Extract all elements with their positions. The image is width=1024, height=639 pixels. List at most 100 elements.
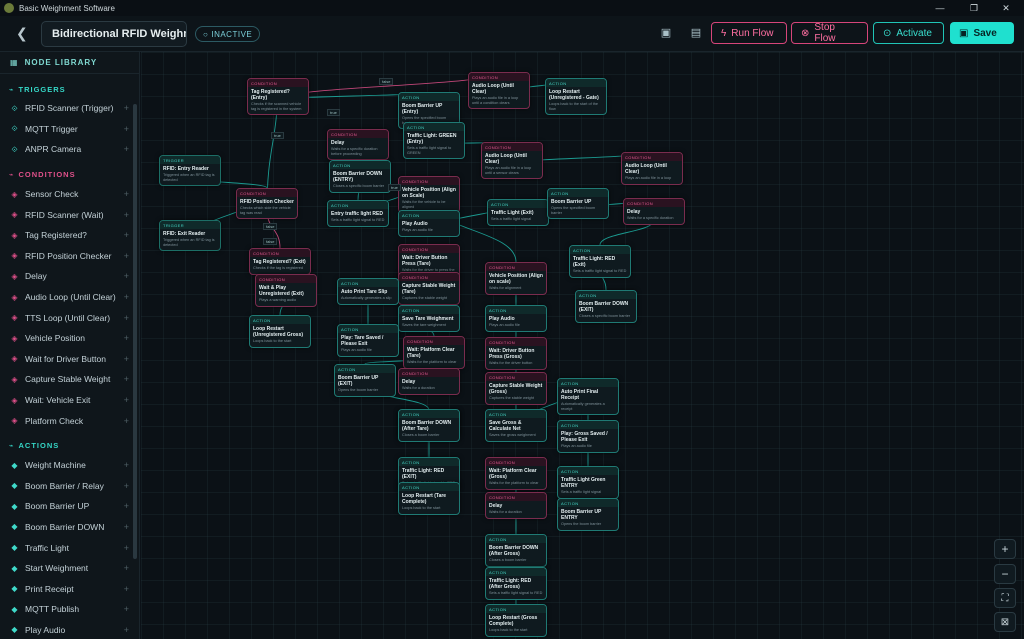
flow-node[interactable]: ACTION Loop Restart (Tare Complete) Loops … bbox=[398, 482, 460, 515]
flow-node[interactable]: ACTION Save Gross & Calculate Net Saves th… bbox=[485, 409, 547, 442]
flow-node[interactable]: TRIGGER RFID: Entry Reader Triggered when … bbox=[159, 155, 221, 187]
stop-flow-button[interactable]: ⊗ Stop Flow bbox=[791, 22, 868, 44]
flow-node[interactable]: ACTION Boom Barrier UP (EXIT) Opens the bo… bbox=[334, 364, 396, 397]
library-item[interactable]: ◆ Play Audio + bbox=[0, 620, 139, 639]
library-item[interactable]: ◈ Tag Registered? + bbox=[0, 225, 139, 246]
flow-node[interactable]: CONDITION RFID Position Checker Checks whi… bbox=[236, 188, 298, 220]
library-item[interactable]: ◆ Print Receipt + bbox=[0, 578, 139, 599]
add-node-icon[interactable]: + bbox=[124, 395, 129, 405]
add-node-icon[interactable]: + bbox=[124, 604, 129, 614]
flow-node[interactable]: CONDITION Wait: Platform Clear (Tare) Wait… bbox=[403, 336, 465, 369]
flow-node[interactable]: ACTION Play: Gross Saved / Please Exit Pla… bbox=[557, 420, 619, 453]
add-node-icon[interactable]: + bbox=[124, 333, 129, 343]
library-item[interactable]: ◆ MQTT Publish + bbox=[0, 599, 139, 620]
flow-node[interactable]: ACTION Auto Print Tare Slip Automatically … bbox=[337, 278, 399, 305]
sidebar-scrollbar[interactable] bbox=[133, 104, 137, 559]
add-node-icon[interactable]: + bbox=[124, 374, 129, 384]
flow-node[interactable]: ACTION Play Audio Plays an audio file bbox=[485, 305, 547, 332]
library-item[interactable]: ◈ Capture Stable Weight + bbox=[0, 369, 139, 390]
flow-node[interactable]: ACTION Traffic Light: RED (Exit) Sets a tr… bbox=[569, 245, 631, 278]
library-item[interactable]: ◈ Delay + bbox=[0, 266, 139, 287]
flow-node[interactable]: TRIGGER RFID: Exit Reader Triggered when a… bbox=[159, 220, 221, 252]
fit-view-button[interactable]: ⛶ bbox=[994, 588, 1016, 608]
flow-node[interactable]: ACTION Traffic Light Green ENTRY Sets a tr… bbox=[557, 466, 619, 499]
flow-node[interactable]: ACTION Traffic Light (Exit)Sets a traffic… bbox=[487, 199, 549, 226]
save-button[interactable]: ▣ Save bbox=[950, 22, 1014, 44]
library-item[interactable]: ◆ Traffic Light + bbox=[0, 537, 139, 558]
flow-node[interactable]: CONDITION Capture Stable Weight (Tare) Cap… bbox=[398, 272, 460, 305]
library-item[interactable]: ⟐ ANPR Camera + bbox=[0, 139, 139, 160]
activate-button[interactable]: ⊙ Activate bbox=[873, 22, 944, 44]
flow-node[interactable]: CONDITION Delay Waits for a specific durat… bbox=[327, 129, 389, 161]
library-item[interactable]: ◈ RFID Scanner (Wait) + bbox=[0, 204, 139, 225]
library-item[interactable]: ◈ TTS Loop (Until Clear) + bbox=[0, 307, 139, 328]
add-node-icon[interactable]: + bbox=[124, 210, 129, 220]
library-item[interactable]: ◆ Start Weighment + bbox=[0, 558, 139, 579]
add-node-icon[interactable]: + bbox=[124, 292, 129, 302]
add-node-icon[interactable]: + bbox=[124, 354, 129, 364]
flow-node[interactable]: ACTION Play: Tare Saved / Please Exit Play… bbox=[337, 324, 399, 357]
flow-node[interactable]: CONDITION Audio Loop (Until Clear) Plays a… bbox=[468, 72, 530, 110]
flow-node[interactable]: CONDITION Vehicle Position (Align on Scal… bbox=[398, 176, 460, 214]
add-node-icon[interactable]: + bbox=[124, 416, 129, 426]
lock-button[interactable]: ⊠ bbox=[994, 612, 1016, 632]
flow-node[interactable]: CONDITION Wait & Play Unregistered (Exit)… bbox=[255, 274, 317, 307]
flow-node[interactable]: ACTION Loop Restart (Unregistered - Gate)… bbox=[545, 78, 607, 116]
library-item[interactable]: ◆ Boom Barrier / Relay + bbox=[0, 476, 139, 497]
flow-node[interactable]: ACTION Loop Restart (Unregistered Gross) L… bbox=[249, 315, 311, 348]
flow-node[interactable]: CONDITION Wait: Platform Clear (Gross) Wai… bbox=[485, 457, 547, 490]
flow-node[interactable]: ACTION Entry traffic light RED Sets a traf… bbox=[327, 200, 389, 227]
library-item[interactable]: ◈ Sensor Check + bbox=[0, 184, 139, 205]
add-node-icon[interactable]: + bbox=[124, 103, 129, 113]
add-node-icon[interactable]: + bbox=[124, 251, 129, 261]
flow-node[interactable]: ACTION Boom Barrier DOWN (ENTRY) Closes a … bbox=[329, 160, 391, 193]
flow-node[interactable]: CONDITION Audio Loop (Until Clear) Plays a… bbox=[481, 142, 543, 180]
library-item[interactable]: ◈ RFID Position Checker + bbox=[0, 246, 139, 267]
flow-node[interactable]: ACTION Boom Barrier UP ENTRY Opens the boo… bbox=[557, 498, 619, 531]
flow-node[interactable]: ACTION Boom Barrier DOWN (After Tare) Clos… bbox=[398, 409, 460, 442]
flow-node[interactable]: CONDITION Delay Waits for a specific durat… bbox=[623, 198, 685, 225]
add-node-icon[interactable]: + bbox=[124, 584, 129, 594]
flow-node[interactable]: ACTION Boom Barrier DOWN (EXIT) Closes a s… bbox=[575, 290, 637, 323]
zoom-in-button[interactable]: + bbox=[994, 539, 1016, 559]
add-node-icon[interactable]: + bbox=[124, 481, 129, 491]
library-item[interactable]: ◆ Boom Barrier UP + bbox=[0, 496, 139, 517]
flow-name-input[interactable]: Bidirectional RFID Weighm bbox=[41, 21, 187, 47]
flow-node[interactable]: ACTION Boom Barrier DOWN (After Gross) Clo… bbox=[485, 534, 547, 567]
library-item[interactable]: ⟐ RFID Scanner (Trigger) + bbox=[0, 98, 139, 119]
flow-node[interactable]: ACTION Traffic Light: GREEN (Entry) Sets a… bbox=[403, 122, 465, 160]
add-node-icon[interactable]: + bbox=[124, 144, 129, 154]
add-node-icon[interactable]: + bbox=[124, 501, 129, 511]
library-item[interactable]: ◈ Platform Check + bbox=[0, 410, 139, 431]
add-node-icon[interactable]: + bbox=[124, 460, 129, 470]
zoom-out-button[interactable]: − bbox=[994, 564, 1016, 584]
flow-node[interactable]: CONDITION Capture Stable Weight (Gross) Ca… bbox=[485, 372, 547, 405]
add-node-icon[interactable]: + bbox=[124, 189, 129, 199]
library-item[interactable]: ◈ Wait: Vehicle Exit + bbox=[0, 390, 139, 411]
flow-node[interactable]: ACTION Play Audio Plays an audio file bbox=[398, 210, 460, 237]
flow-node[interactable]: CONDITION Tag Registered? (Exit) Checks if… bbox=[249, 248, 311, 275]
flow-node[interactable]: CONDITION Delay Waits for a duration bbox=[398, 368, 460, 395]
flow-node[interactable]: ACTION Save Tare Weighment Saves the tare … bbox=[398, 305, 460, 332]
library-item[interactable]: ◆ Boom Barrier DOWN + bbox=[0, 517, 139, 538]
add-node-icon[interactable]: + bbox=[124, 563, 129, 573]
back-arrow-icon[interactable]: ❮ bbox=[16, 25, 28, 42]
library-item[interactable]: ⟐ MQTT Trigger + bbox=[0, 119, 139, 140]
close-button[interactable]: ✕ bbox=[990, 0, 1022, 16]
flow-node[interactable]: CONDITION Vehicle Position (Align on scal… bbox=[485, 262, 547, 295]
flow-node[interactable]: ACTION Auto Print Final Receipt Automatica… bbox=[557, 378, 619, 416]
add-node-icon[interactable]: + bbox=[124, 543, 129, 553]
library-item[interactable]: ◆ Weight Machine + bbox=[0, 455, 139, 476]
add-node-icon[interactable]: + bbox=[124, 230, 129, 240]
flow-node[interactable]: CONDITION Wait: Driver Button Press (Gros… bbox=[485, 337, 547, 370]
add-node-icon[interactable]: + bbox=[124, 271, 129, 281]
library-item[interactable]: ◈ Audio Loop (Until Clear) + bbox=[0, 287, 139, 308]
flow-node[interactable]: ACTION Boom Barrier UP Opens the specified… bbox=[547, 188, 609, 220]
add-node-icon[interactable]: + bbox=[124, 522, 129, 532]
flow-node[interactable]: CONDITION Tag Registered? (Entry) Checks i… bbox=[247, 78, 309, 116]
terminal-icon[interactable]: ▣ bbox=[659, 26, 673, 40]
flow-node[interactable]: ACTION Loop Restart (Gross Complete) Loops… bbox=[485, 604, 547, 637]
flow-edge[interactable] bbox=[277, 71, 500, 101]
add-node-icon[interactable]: + bbox=[124, 313, 129, 323]
maximize-button[interactable]: ❐ bbox=[958, 0, 990, 16]
